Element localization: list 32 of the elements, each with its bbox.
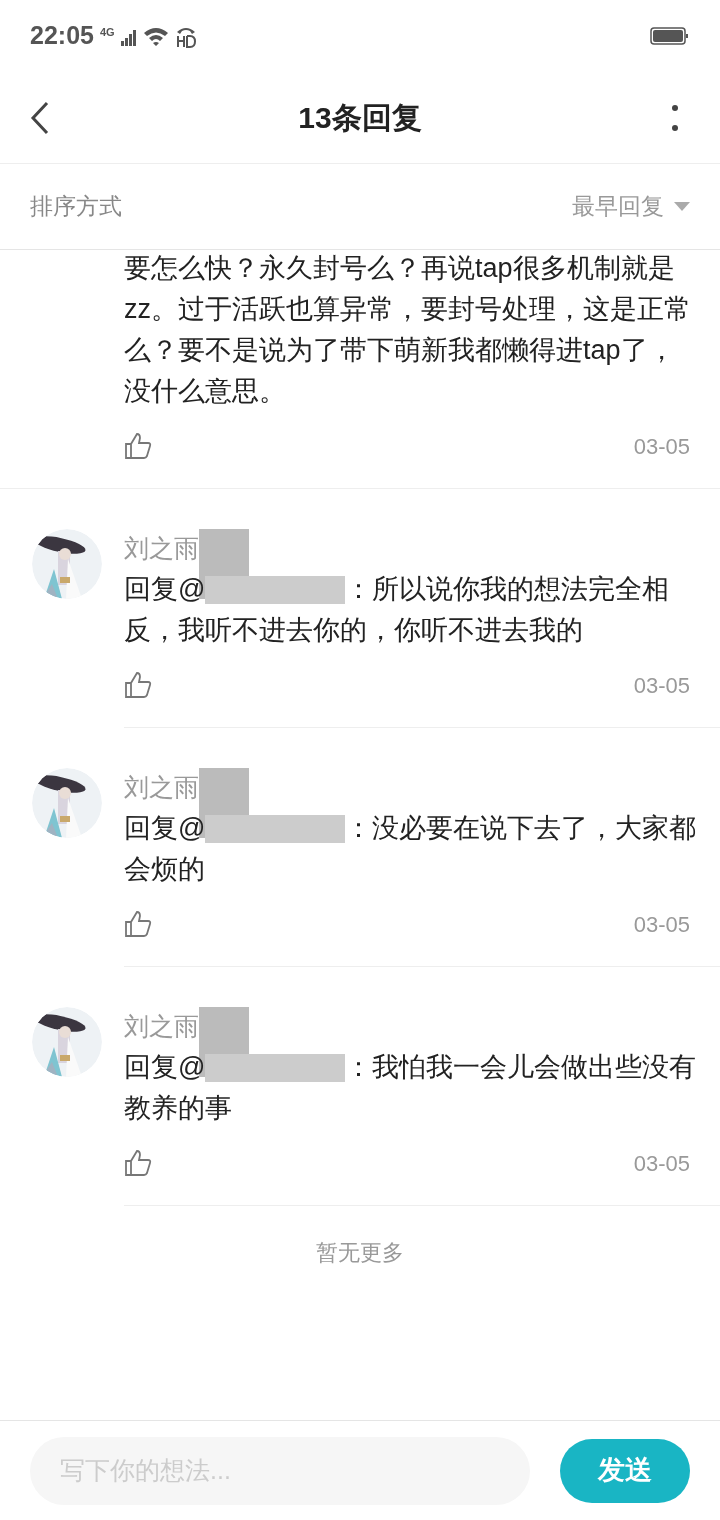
- reply-text: ：没必要在说下去了，大家都: [345, 812, 697, 845]
- reply-date: 03-05: [633, 910, 690, 939]
- sort-label: 排序方式: [30, 192, 122, 222]
- caret-icon: [674, 201, 690, 212]
- network-type: 4G: [99, 25, 115, 40]
- sort-dropdown[interactable]: 最早回复: [572, 189, 690, 224]
- like-icon[interactable]: [124, 1149, 152, 1177]
- reply-prefix: 回复@: [124, 573, 206, 606]
- wifi-icon: [142, 26, 169, 46]
- user-name: 刘之雨: [124, 1011, 199, 1043]
- reply-date: 03-05: [633, 432, 690, 461]
- user-name: 刘之雨: [124, 533, 199, 565]
- reply-text: 教养的事: [124, 1092, 232, 1125]
- page-title: 13条回复: [298, 100, 422, 136]
- like-icon[interactable]: [124, 671, 152, 699]
- reply-text: ：我怕我一会儿会做出些没有: [345, 1051, 697, 1084]
- status-time: 22:05: [30, 20, 94, 52]
- reply-text: ：所以说你我的想法完全相: [345, 573, 670, 606]
- reply-prefix: 回复@: [124, 812, 206, 845]
- reply-date: 03-05: [633, 671, 690, 700]
- user-name: 刘之雨: [124, 772, 199, 804]
- reply-prefix: 回复@: [124, 1051, 206, 1084]
- battery-icon: [650, 26, 690, 46]
- like-icon[interactable]: [124, 910, 152, 938]
- send-button[interactable]: 发送: [560, 1438, 690, 1503]
- end-note: 暂无更多: [316, 1239, 404, 1267]
- reply-text: 会烦的: [124, 853, 205, 886]
- reply-date: 03-05: [633, 1149, 690, 1178]
- reply-text: 反，我听不进去你的，你听不进去我的: [124, 614, 583, 647]
- reply-text: 要怎么快？永久封号么？再说tap很多机制就是zz。过于活跃也算异常，要封号处理，这是正常么？要不是说为了带下萌新我都懒得进tap了，没什么意思。: [124, 252, 692, 408]
- like-icon[interactable]: [124, 432, 152, 460]
- signal-icon: [120, 29, 137, 47]
